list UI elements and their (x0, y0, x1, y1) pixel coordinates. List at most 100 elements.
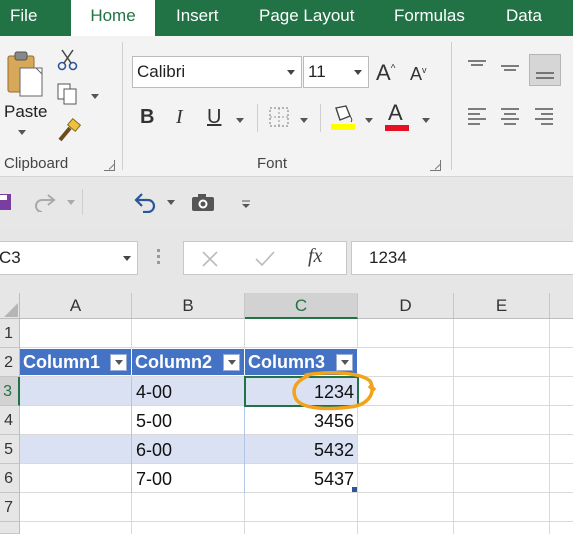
font-color-button[interactable]: A (384, 100, 410, 132)
shrink-font-button[interactable]: Av (410, 64, 427, 85)
align-left-button[interactable] (466, 106, 488, 128)
font-name-combo[interactable]: Calibri (132, 56, 302, 88)
middle-align-icon (501, 65, 519, 71)
align-right-button[interactable] (533, 106, 555, 128)
table-divider (131, 377, 132, 493)
row-header-3[interactable]: 3 (0, 377, 20, 406)
undo-icon (134, 193, 156, 214)
cut-button[interactable] (56, 48, 80, 72)
enter-button[interactable] (254, 249, 276, 269)
undo-dropdown-icon[interactable] (167, 200, 175, 205)
formula-bar-area: C3 fx 1234 (0, 227, 573, 293)
redo-icon (35, 194, 56, 213)
row-header-4[interactable]: 4 (0, 406, 20, 435)
clipboard-group-label: Clipboard (4, 155, 69, 172)
row-header-6[interactable]: 6 (0, 464, 20, 493)
tab-page-layout[interactable]: Page Layout (259, 0, 354, 36)
bold-button[interactable]: B (140, 106, 154, 129)
copy-button[interactable] (56, 82, 82, 106)
table-cell-c5[interactable]: 5432 (248, 436, 354, 464)
customize-qat-button[interactable] (241, 197, 251, 208)
top-align-button[interactable] (466, 58, 488, 78)
insert-function-button[interactable]: fx (308, 245, 322, 268)
select-all-corner[interactable] (0, 293, 20, 319)
table-cell-c6[interactable]: 5437 (248, 465, 354, 493)
fill-color-dropdown-icon[interactable] (365, 118, 373, 123)
column-header-d[interactable]: D (358, 293, 454, 319)
formula-buttons: fx (183, 241, 347, 275)
gridline (20, 347, 573, 348)
redo-button[interactable] (33, 192, 57, 213)
worksheet-grid: A B C D E 1 2 3 4 5 6 7 Column1 Column2 … (0, 293, 573, 534)
tab-file[interactable]: File (10, 0, 37, 36)
paste-label[interactable]: Paste (4, 102, 47, 122)
format-painter-button[interactable] (56, 118, 82, 142)
row-header-2[interactable]: 2 (0, 348, 20, 377)
divider (82, 189, 83, 215)
column-header-f[interactable] (550, 293, 573, 319)
splitter-handle[interactable] (157, 249, 161, 267)
middle-align-button[interactable] (499, 58, 521, 78)
tab-home[interactable]: Home (71, 0, 155, 36)
row-header-8[interactable] (0, 522, 20, 534)
borders-dropdown-icon[interactable] (300, 118, 308, 123)
font-color-icon: A (388, 100, 403, 125)
row-header-5[interactable]: 5 (0, 435, 20, 464)
column-header-b[interactable]: B (132, 293, 245, 319)
table-resize-handle[interactable] (352, 487, 357, 492)
save-button[interactable] (0, 192, 12, 212)
gridline (549, 319, 550, 534)
underline-dropdown-icon[interactable] (236, 118, 244, 123)
chevron-down-icon[interactable] (287, 70, 295, 75)
divider (257, 104, 258, 132)
group-divider (451, 42, 452, 170)
table-cell-b6[interactable]: 7-00 (136, 465, 241, 493)
table-cell-b4[interactable]: 5-00 (136, 407, 241, 435)
font-color-dropdown-icon[interactable] (422, 118, 430, 123)
font-launcher-icon[interactable] (430, 160, 441, 171)
gridline (20, 521, 573, 522)
name-box[interactable]: C3 (0, 241, 138, 275)
row-header-7[interactable]: 7 (0, 493, 20, 522)
close-icon (202, 251, 218, 267)
ribbon-tab-bar: File Home Insert Page Layout Formulas Da… (0, 0, 573, 36)
table-cell-b5[interactable]: 6-00 (136, 436, 241, 464)
cancel-button[interactable] (200, 249, 220, 269)
table-cell-b3[interactable]: 4-00 (136, 378, 241, 406)
camera-button[interactable] (190, 191, 216, 213)
copy-icon (57, 83, 77, 105)
chevron-down-icon[interactable] (354, 70, 362, 75)
column-header-a[interactable]: A (20, 293, 132, 319)
row-header-1[interactable]: 1 (0, 319, 20, 348)
filter-dropdown-icon[interactable] (223, 354, 240, 371)
underline-button[interactable]: U (207, 106, 221, 129)
italic-button[interactable]: I (176, 106, 183, 129)
fill-color-button[interactable] (330, 102, 356, 132)
formula-input[interactable]: 1234 (351, 241, 573, 275)
column-header-e[interactable]: E (454, 293, 550, 319)
table-header-label: Column1 (23, 352, 101, 372)
font-size-combo[interactable]: 11 (303, 56, 369, 88)
grow-font-button[interactable]: A^ (376, 60, 395, 86)
undo-button[interactable] (133, 191, 159, 214)
paste-button[interactable] (4, 50, 46, 100)
borders-button[interactable] (268, 106, 290, 128)
copy-dropdown-icon[interactable] (91, 94, 99, 99)
table-header-label: Column2 (135, 352, 213, 372)
column-header-c[interactable]: C (245, 293, 358, 319)
paste-dropdown-icon[interactable] (18, 130, 26, 135)
tab-insert[interactable]: Insert (176, 0, 219, 36)
save-icon (0, 194, 11, 210)
gridline (453, 319, 454, 534)
clipboard-launcher-icon[interactable] (104, 160, 115, 171)
chevron-down-icon[interactable] (123, 256, 131, 261)
tab-data[interactable]: Data (506, 0, 542, 36)
bottom-align-button[interactable] (529, 54, 561, 86)
redo-dropdown-icon[interactable] (67, 200, 75, 205)
align-center-icon (501, 108, 519, 125)
align-center-button[interactable] (499, 106, 521, 128)
filter-dropdown-icon[interactable] (110, 354, 127, 371)
borders-icon (269, 107, 289, 127)
ribbon: Paste Clipboard Calibri 11 A^ Av B I U A… (0, 36, 573, 177)
tab-formulas[interactable]: Formulas (394, 0, 465, 36)
